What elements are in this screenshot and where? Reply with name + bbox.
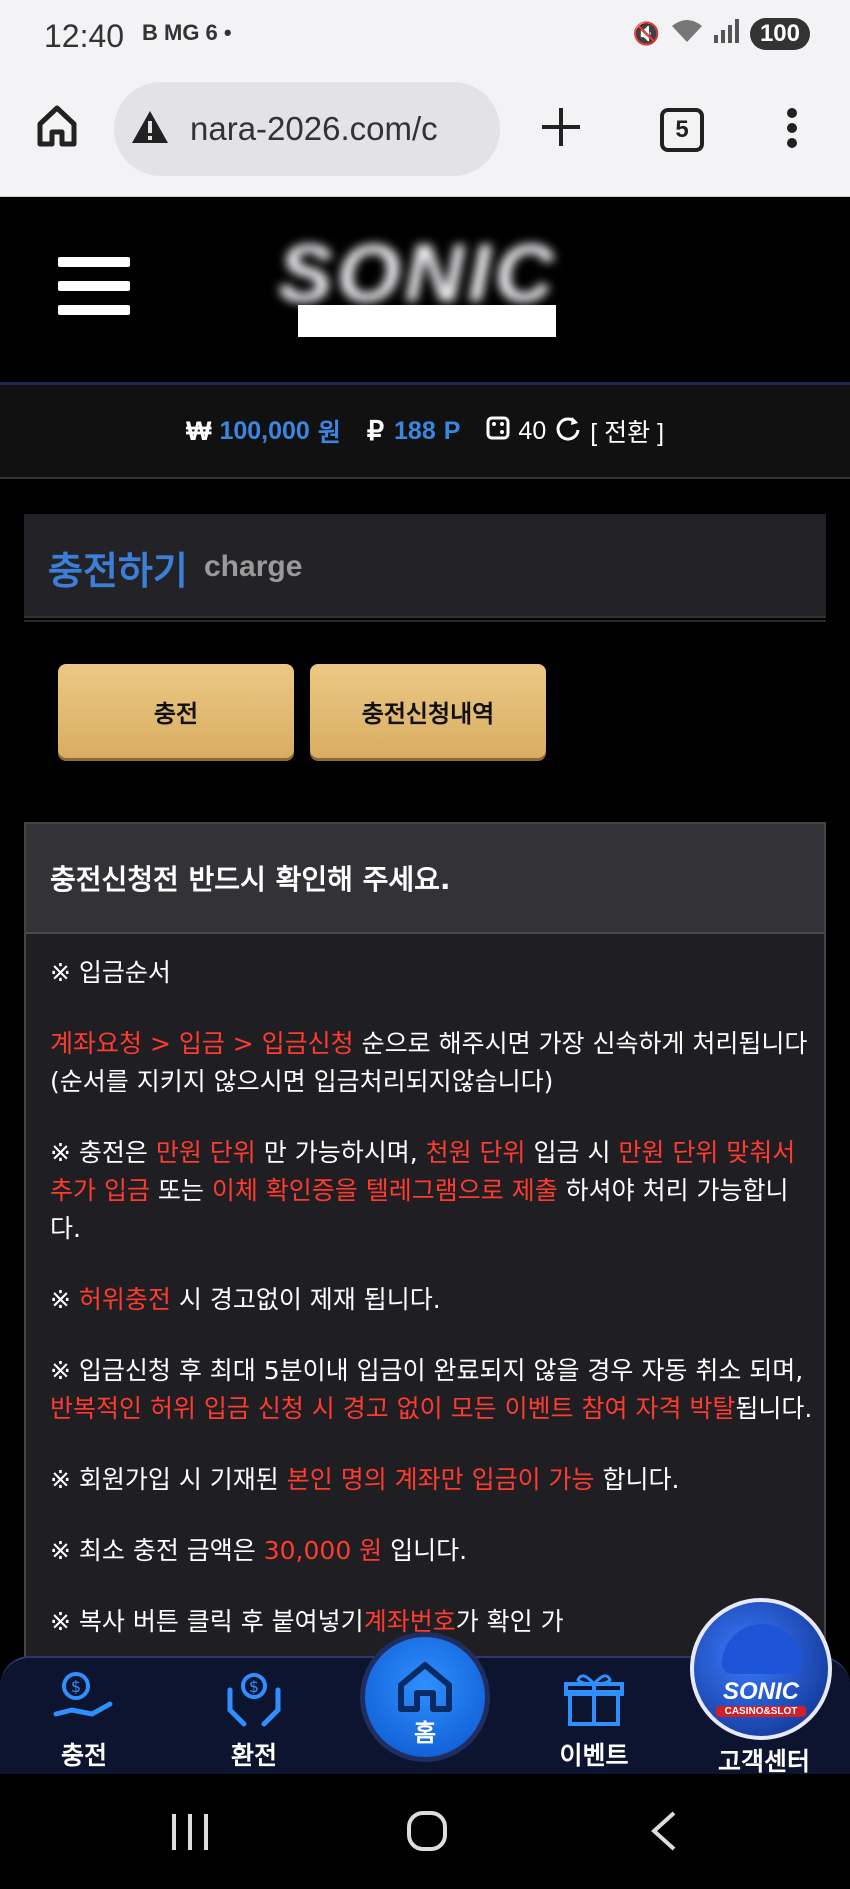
nav-event-label: 이벤트 [559, 1741, 629, 1770]
warning-icon[interactable] [130, 109, 170, 149]
point-icon: ₽ [366, 415, 385, 446]
logo-underline [298, 305, 556, 337]
sonic-casino-badge[interactable]: SONIC CASINO&SLOT [690, 1598, 832, 1740]
page-title: 충전하기 [48, 549, 188, 593]
tab-charge-history[interactable]: 충전신청내역 [310, 664, 546, 758]
mute-icon: 🔇 [632, 21, 660, 47]
nav-home-label: 홈 [413, 1719, 437, 1747]
address-bar[interactable]: nara-2026.com/c [114, 82, 500, 176]
notice-order-detail: 계좌요청 > 입금 > 입금신청 순으로 해주시면 가장 신속하게 처리됩니다 … [50, 1029, 808, 1096]
new-tab-icon[interactable] [540, 106, 582, 152]
android-nav-bar [0, 1774, 850, 1889]
chip-count: 40 [518, 416, 547, 445]
notice-fake-charge: ※ 허위충전 시 경고없이 제재 됩니다. [50, 1285, 441, 1314]
status-bar: 12:40 B MG 6 • 🔇 100 [0, 0, 850, 78]
hamburger-menu-icon[interactable] [58, 257, 130, 329]
site-header: SONIC [0, 197, 850, 385]
notice-heading: 충전신청전 반드시 확인해 주세요. [26, 824, 824, 934]
nav-exchange[interactable]: $ 환전 [194, 1670, 314, 1772]
tab-charge[interactable]: 충전 [58, 664, 294, 758]
nav-charge[interactable]: $ 충전 [24, 1670, 144, 1772]
badge-title: SONIC [722, 1678, 799, 1705]
notice-auto-cancel: ※ 입금신청 후 최대 5분이내 입금이 완료되지 않을 경우 자동 취소 되며… [50, 1356, 813, 1423]
page-title-panel: 충전하기 charge [24, 514, 826, 618]
svg-text:$: $ [71, 1677, 81, 1696]
svg-text:$: $ [249, 1677, 259, 1696]
notice-unit-rule: ※ 충전은 만원 단위 만 가능하시며, 천원 단위 입금 시 만원 단위 맞춰… [50, 1138, 796, 1243]
cash-balance: 100,000 [219, 416, 310, 445]
badge-subtitle: CASINO&SLOT [716, 1706, 806, 1717]
charge-hand-coin-icon: $ [52, 1672, 116, 1732]
battery-indicator: 100 [749, 18, 810, 50]
recent-apps-icon[interactable] [170, 1814, 210, 1854]
notice-min-amount: ※ 최소 충전 금액은 30,000 원 입니다. [50, 1536, 468, 1565]
notice-own-account: ※ 회원가입 시 기재된 본인 명의 계좌만 입금이 가능 합니다. [50, 1465, 680, 1494]
home-icon[interactable] [36, 104, 78, 152]
cash-unit: 원 [317, 419, 341, 447]
nav-event[interactable]: 이벤트 [534, 1670, 654, 1772]
home-icon [365, 1659, 485, 1717]
signal-icon [713, 19, 740, 49]
refresh-icon[interactable] [554, 414, 582, 449]
nav-exchange-label: 환전 [230, 1741, 277, 1770]
balance-bar: ₩ 100,000 원 ₽ 188 P 40 [ 전환 ] [0, 385, 850, 479]
nav-charge-label: 충전 [60, 1741, 107, 1770]
notice-body: ※ 입금순서 계좌요청 > 입금 > 입금신청 순으로 해주시면 가장 신속하게… [26, 934, 824, 1641]
won-icon: ₩ [185, 415, 212, 446]
gift-icon [562, 1674, 626, 1732]
nav-support-label: 고객센터 [717, 1747, 810, 1776]
back-icon[interactable] [650, 1810, 678, 1856]
clock: 12:40 [44, 18, 125, 54]
exchange-hands-icon: $ [222, 1673, 286, 1732]
point-balance: 188 [394, 416, 436, 445]
sonic-character-icon [722, 1624, 802, 1674]
android-home-icon[interactable] [406, 1810, 448, 1856]
notification-icons: B MG 6 • [142, 20, 232, 45]
more-menu-icon[interactable] [786, 108, 798, 152]
switch-button[interactable]: [ 전환 ] [590, 413, 664, 449]
page-subtitle: charge [204, 550, 303, 583]
point-unit: P [443, 416, 461, 445]
nav-support[interactable]: 고객센터 [704, 1738, 824, 1778]
tab-count-button[interactable]: 5 [660, 108, 704, 152]
divider [24, 620, 826, 622]
notice-deposit-order: ※ 입금순서 [50, 958, 171, 987]
url-text[interactable]: nara-2026.com/c [190, 110, 480, 148]
system-icons: 🔇 100 [633, 18, 810, 50]
browser-toolbar: nara-2026.com/c 5 [0, 78, 850, 197]
wifi-icon [670, 18, 704, 50]
nav-home[interactable]: 홈 [360, 1632, 490, 1762]
chip-icon [486, 416, 510, 447]
